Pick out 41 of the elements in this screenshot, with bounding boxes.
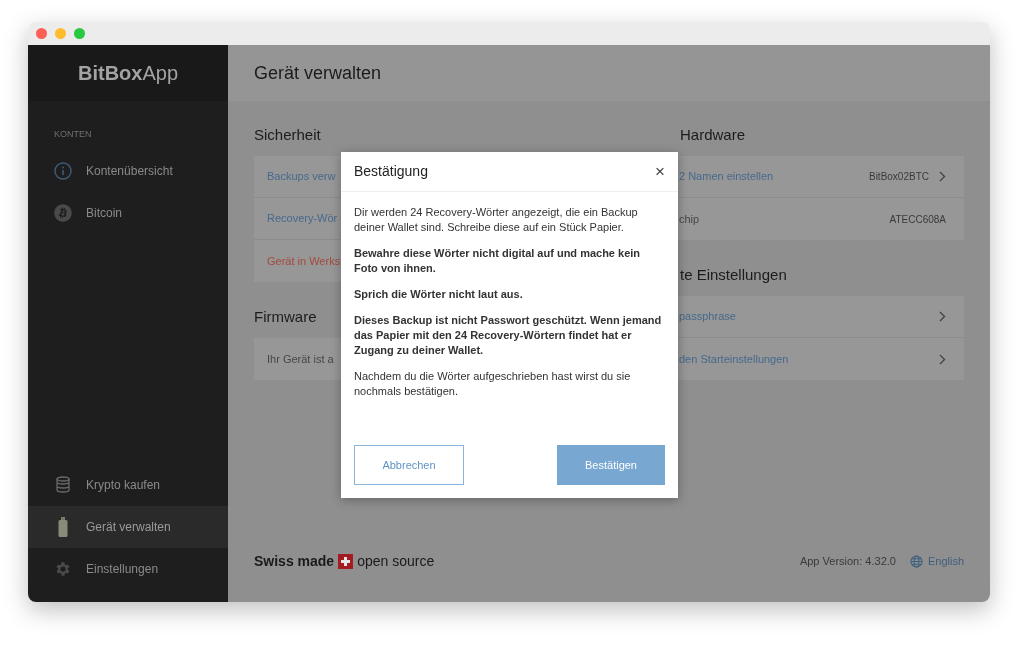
language-link[interactable]: English: [909, 553, 964, 570]
section-heading: Sicherheit: [254, 125, 321, 145]
globe-icon: [909, 555, 923, 568]
dialog-paragraph: Bewahre diese Wörter nicht digital auf und mache kein Foto von ihnen.: [354, 246, 642, 276]
setting-value: BitBox02BTC: [868, 170, 929, 184]
setting-label[interactable]: Backups verw: [267, 168, 336, 185]
setting-label[interactable]: 2 Namen einstellen: [679, 168, 774, 185]
dialog-paragraph: Dir werden 24 Recovery-Wörter angezeigt, die ein Backup deiner Wallet sind. Schreibe diese auf ein Stück Papier.: [354, 205, 639, 235]
app-version: App Version: 4.32.0: [799, 554, 896, 570]
cancel-button[interactable]: Abbrechen: [354, 445, 464, 485]
section-heading: Hardware: [680, 125, 746, 145]
confirm-button[interactable]: Bestätigen: [557, 445, 665, 485]
swiss-made-label: Swiss made: [254, 552, 335, 571]
app-logo: BitBoxApp: [77, 61, 178, 86]
setting-label: Ihr Gerät ist a: [267, 351, 334, 367]
setting-label[interactable]: den Starteinstellungen: [679, 350, 789, 368]
open-source-label: open source: [357, 552, 435, 571]
dialog-title: Bestätigung: [354, 162, 428, 181]
dialog-paragraph: Dieses Backup ist nicht Passwort geschützt. Wenn jemand das Papier mit den 24 Recovery-Wörtern findet hat er Zugang zu deiner Wallet.: [354, 313, 663, 358]
close-window-icon[interactable]: [36, 28, 47, 39]
sidebar-item[interactable]: Gerät verwalten: [28, 506, 228, 548]
setting-label[interactable]: Gerät in Werks: [267, 252, 341, 270]
section-label: KONTEN: [53, 128, 93, 141]
page-title: Gerät verwalten: [254, 61, 382, 85]
section-heading: te Einstellungen: [680, 265, 787, 285]
swiss-flag-icon: [338, 554, 354, 569]
settings-icon: [54, 560, 72, 578]
dialog-paragraph: Sprich die Wörter nicht laut aus.: [354, 287, 524, 302]
usb-stick-icon: [58, 517, 68, 537]
section-heading: Firmware: [254, 307, 317, 327]
info-icon: [54, 161, 72, 180]
setting-label: chip: [679, 211, 700, 227]
close-button[interactable]: ×: [655, 163, 665, 180]
coins-icon: [55, 476, 71, 494]
setting-label[interactable]: Recovery-Wör: [267, 210, 338, 227]
zoom-window-icon[interactable]: [74, 28, 85, 39]
bitcoin-icon: [54, 203, 72, 222]
minimize-window-icon[interactable]: [55, 28, 66, 39]
setting-label[interactable]: passphrase: [679, 308, 736, 325]
dialog-paragraph: Nachdem du die Wörter aufgeschrieben hast wirst du sie nochmals bestätigen.: [354, 369, 632, 399]
setting-value: ATECC608A: [889, 212, 946, 227]
